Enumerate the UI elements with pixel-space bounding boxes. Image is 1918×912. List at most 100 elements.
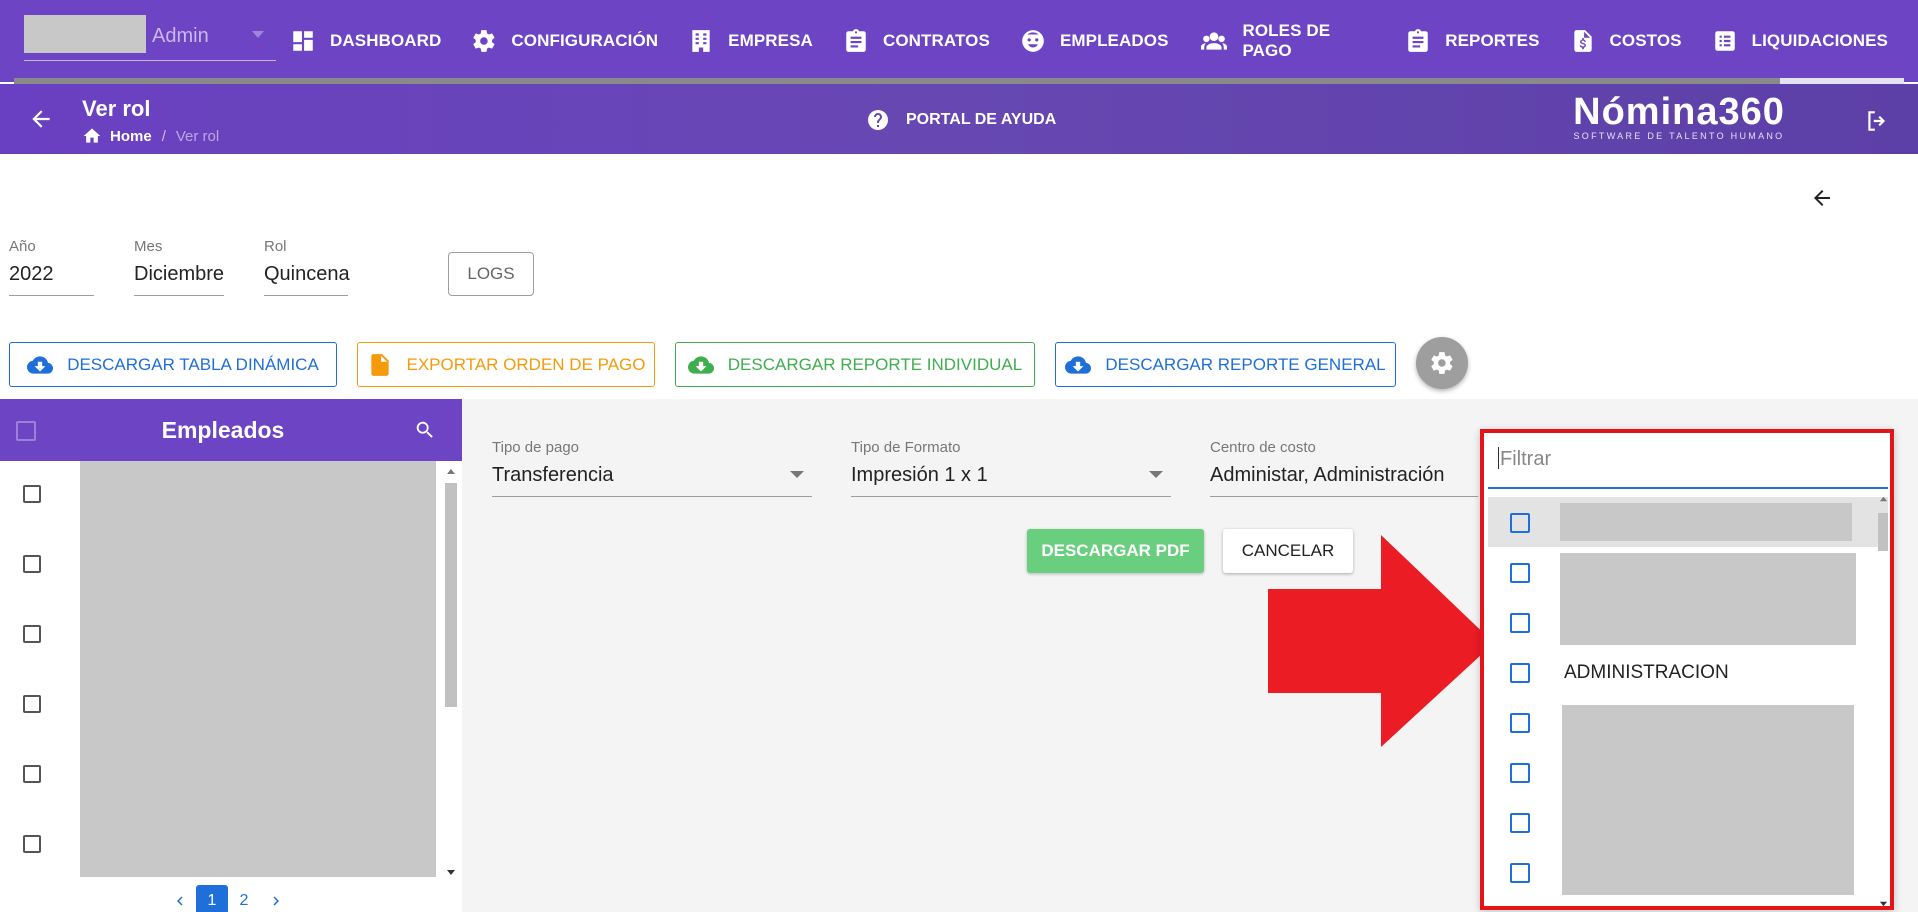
role-value: Quincena (264, 263, 350, 285)
settings-button[interactable] (1416, 337, 1468, 389)
download-pdf-button[interactable]: DESCARGAR PDF (1027, 529, 1204, 573)
nav-item-dashboard[interactable]: DASHBOARD (290, 0, 441, 82)
breadcrumb-separator: / (161, 127, 166, 145)
dropdown-option-label[interactable]: ADMINISTRACION (1564, 662, 1729, 684)
red-arrow-annotation (1268, 535, 1494, 747)
nav-item-label: LIQUIDACIONES (1751, 31, 1888, 50)
format-type-select[interactable]: Tipo de Formato Impresión 1 x 1 (851, 439, 1171, 497)
caret-down-icon (1149, 471, 1163, 478)
invoice-dollar-icon (1573, 30, 1592, 52)
logs-button[interactable]: LOGS (448, 252, 534, 296)
option-label-redacted (1562, 705, 1854, 895)
back-arrow-icon[interactable] (28, 106, 54, 132)
help-portal-link[interactable]: PORTAL DE AYUDA (866, 108, 1056, 132)
nav-item-label: DASHBOARD (330, 31, 442, 50)
role-label: Rol (264, 238, 287, 255)
employee-checkbox[interactable] (23, 765, 41, 783)
building-icon (692, 30, 710, 52)
nav-item-label: CONFIGURACIÓN (511, 31, 659, 50)
scroll-down-icon[interactable] (1879, 899, 1888, 908)
nav-item-label: EMPRESA (728, 31, 813, 50)
dropdown-option-checkbox[interactable] (1510, 563, 1530, 583)
cost-center-dropdown: Filtrar ADMINISTRACION (1480, 429, 1894, 910)
dropdown-option-checkbox[interactable] (1510, 513, 1530, 533)
download-individual-report-button[interactable]: DESCARGAR REPORTE INDIVIDUAL (675, 342, 1035, 387)
cloud-download-icon (1065, 355, 1092, 374)
nav-item-roles-de-pago[interactable]: ROLES DE PAGO (1199, 0, 1376, 82)
previous-page-button[interactable] (164, 885, 196, 912)
nav-item-configuracion[interactable]: CONFIGURACIÓN (471, 0, 658, 82)
page-button[interactable]: 2 (228, 885, 260, 912)
home-icon (83, 128, 101, 143)
cost-center-value: Administar, Administración (1210, 464, 1445, 486)
employee-checkbox[interactable] (23, 625, 41, 643)
cloud-download-icon (27, 355, 54, 374)
filter-input[interactable]: Filtrar (1488, 433, 1888, 489)
download-pivot-table-button[interactable]: DESCARGAR TABLA DINÁMICA (9, 342, 337, 387)
next-page-button[interactable] (260, 885, 292, 912)
chevron-left-icon (177, 896, 183, 906)
chevron-right-icon (273, 896, 279, 906)
payment-type-label: Tipo de pago (492, 439, 580, 456)
scroll-up-icon[interactable] (446, 467, 456, 477)
nav-item-label: EMPLEADOS (1059, 31, 1169, 50)
nav-item-label: REPORTES (1445, 31, 1540, 50)
nav-item-contratos[interactable]: CONTRATOS (843, 0, 990, 82)
brand-name: Nómina360 (1573, 91, 1785, 133)
face-icon (1022, 30, 1044, 52)
year-value: 2022 (9, 263, 54, 285)
dropdown-option-checkbox[interactable] (1510, 763, 1530, 783)
dropdown-scrollbar[interactable] (1876, 493, 1890, 908)
employee-checkbox[interactable] (23, 485, 41, 503)
page-button[interactable]: 1 (196, 885, 228, 912)
gear-icon (473, 30, 495, 52)
scrollbar-thumb[interactable] (445, 483, 457, 707)
role-field[interactable]: Rol Quincena (264, 238, 350, 296)
employee-checkbox[interactable] (23, 835, 41, 853)
nav-item-liquidaciones[interactable]: LIQUIDACIONES (1712, 0, 1888, 82)
employee-checkbox[interactable] (23, 555, 41, 573)
nav-item-empresa[interactable]: EMPRESA (688, 0, 813, 82)
user-label: Admin (152, 25, 209, 47)
month-field[interactable]: Mes Diciembre (134, 238, 224, 296)
scroll-up-icon[interactable] (1879, 495, 1888, 504)
scrollbar-thumb[interactable] (1878, 513, 1888, 551)
people-icon (1200, 32, 1227, 50)
employee-checkbox[interactable] (23, 695, 41, 713)
logout-icon[interactable] (1864, 108, 1890, 134)
dropdown-option-checkbox[interactable] (1510, 663, 1530, 683)
year-field[interactable]: Año 2022 (9, 238, 94, 296)
dropdown-option-checkbox[interactable] (1510, 613, 1530, 633)
clipboard-icon (1408, 29, 1428, 52)
nav-item-costos[interactable]: COSTOS (1570, 0, 1682, 82)
back-arrow-icon[interactable] (1810, 186, 1834, 210)
cloud-download-icon (687, 355, 714, 374)
month-label: Mes (134, 238, 163, 255)
nav-item-empleados[interactable]: EMPLEADOS (1020, 0, 1169, 82)
clipboard-icon (846, 29, 866, 52)
employees-title: Empleados (161, 417, 285, 443)
download-general-report-button[interactable]: DESCARGAR REPORTE GENERAL (1055, 342, 1396, 387)
option-label-redacted (1560, 503, 1852, 541)
user-selector[interactable]: Admin (24, 15, 276, 61)
option-label-redacted (1560, 553, 1856, 645)
scroll-down-icon[interactable] (446, 867, 456, 877)
search-icon[interactable] (414, 419, 436, 441)
caret-down-icon (252, 31, 264, 38)
page-header: Ver rol Home / Ver rol PORTAL DE AYUDA N… (0, 84, 1918, 154)
export-payment-order-button[interactable]: EXPORTAR ORDEN DE PAGO (357, 342, 655, 387)
help-portal-label: PORTAL DE AYUDA (906, 111, 1057, 128)
dropdown-option-checkbox[interactable] (1510, 863, 1530, 883)
dropdown-option-checkbox[interactable] (1510, 713, 1530, 733)
dropdown-option-checkbox[interactable] (1510, 813, 1530, 833)
year-label: Año (9, 238, 36, 255)
filter-placeholder: Filtrar (1500, 448, 1552, 470)
payment-type-select[interactable]: Tipo de pago Transferencia (492, 439, 812, 497)
text-cursor (1498, 447, 1499, 469)
nav-item-reportes[interactable]: REPORTES (1405, 0, 1539, 82)
breadcrumb-home-link[interactable]: Home (110, 128, 152, 145)
file-icon (370, 353, 389, 376)
action-label: DESCARGAR TABLA DINÁMICA (67, 354, 319, 374)
cost-center-select[interactable]: Centro de costo Administar, Administraci… (1210, 439, 1478, 497)
employees-scrollbar[interactable] (442, 461, 460, 881)
